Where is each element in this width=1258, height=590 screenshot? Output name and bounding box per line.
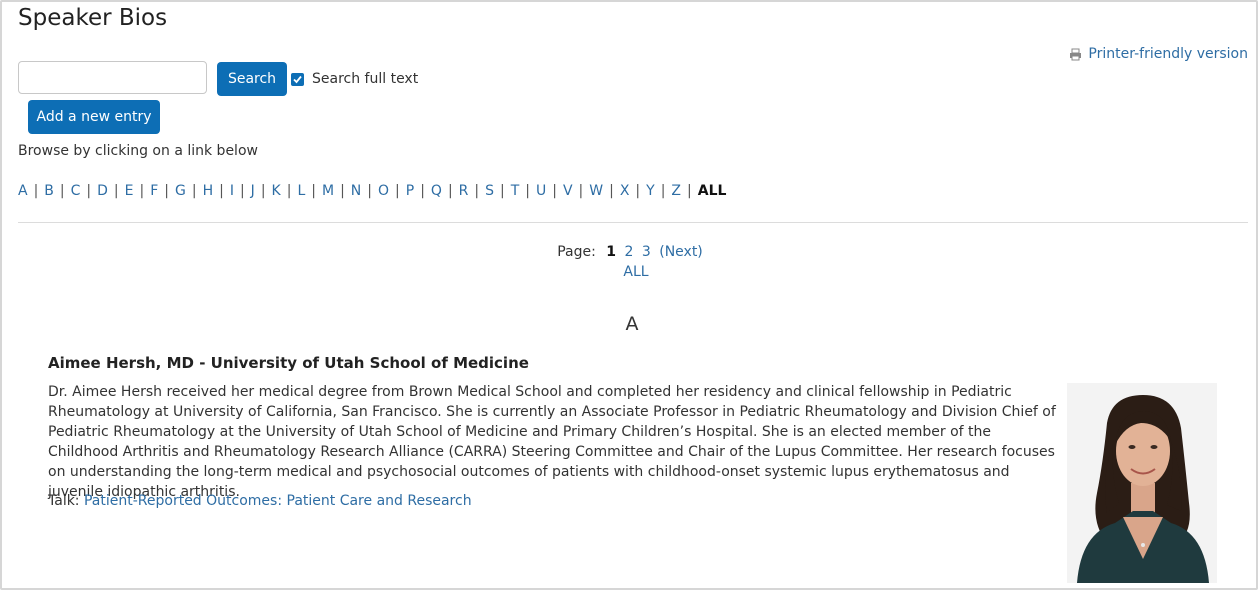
alphabet-link-d[interactable]: D <box>97 183 108 199</box>
alphabet-separator: | <box>86 183 92 199</box>
alphabet-link-e[interactable]: E <box>125 183 134 199</box>
check-icon <box>293 75 302 83</box>
pagination: Page: 1 2 3 (Next) <box>0 244 1258 260</box>
alphabet-separator: | <box>578 183 584 199</box>
alphabet-link-w[interactable]: W <box>589 183 603 199</box>
alphabet-separator: | <box>239 183 245 199</box>
alphabet-link-v[interactable]: V <box>563 183 573 199</box>
speaker-photo <box>1067 383 1217 583</box>
alphabet-separator: | <box>500 183 505 199</box>
alphabet-separator: | <box>367 183 372 199</box>
browse-instructions: Browse by clicking on a link below <box>18 143 258 159</box>
alphabet-separator: | <box>113 183 119 199</box>
printer-friendly-link[interactable]: Printer-friendly version <box>1069 46 1248 62</box>
entry-name: Aimee Hersh, MD - University of Utah Sch… <box>48 354 529 372</box>
divider <box>18 222 1248 223</box>
alphabet-separator: | <box>139 183 145 199</box>
alphabet-link-b[interactable]: B <box>44 183 54 199</box>
alphabet-link-u[interactable]: U <box>536 183 546 199</box>
alphabet-separator: | <box>311 183 316 199</box>
alphabet-link-c[interactable]: C <box>71 183 81 199</box>
alphabet-nav: A | B | C | D | E | F | G | H | I | J | K | L | M | N | O | P | Q | R | S | T |… <box>18 183 726 199</box>
alphabet-separator: | <box>286 183 292 199</box>
alphabet-separator: | <box>525 183 530 199</box>
alphabet-separator: | <box>33 183 39 199</box>
alphabet-link-k[interactable]: K <box>272 183 281 199</box>
pager-label: Page: <box>557 244 596 260</box>
search-full-text-option[interactable]: Search full text <box>291 71 418 87</box>
search-button[interactable]: Search <box>217 62 287 96</box>
alphabet-separator: | <box>447 183 453 199</box>
alphabet-link-p[interactable]: P <box>406 183 414 199</box>
alphabet-separator: | <box>59 183 65 199</box>
talk-link[interactable]: Patient-Reported Outcomes: Patient Care … <box>84 493 472 509</box>
alphabet-link-h[interactable]: H <box>203 183 214 199</box>
talk-label: Talk: <box>48 493 80 509</box>
printer-link-label: Printer-friendly version <box>1088 46 1248 62</box>
pager-page-3[interactable]: 3 <box>642 244 651 260</box>
entry-talk: Talk: Patient-Reported Outcomes: Patient… <box>48 493 472 509</box>
alphabet-separator: | <box>191 183 197 199</box>
alphabet-all-current: ALL <box>697 183 727 199</box>
alphabet-separator: | <box>340 183 345 199</box>
alphabet-link-m[interactable]: M <box>322 183 334 199</box>
section-letter-heading: A <box>625 313 639 335</box>
alphabet-link-s[interactable]: S <box>485 183 494 199</box>
alphabet-link-o[interactable]: O <box>378 183 389 199</box>
alphabet-link-l[interactable]: L <box>297 183 305 199</box>
alphabet-separator: | <box>635 183 641 199</box>
alphabet-separator: | <box>609 183 614 199</box>
pager-page-2[interactable]: 2 <box>624 244 633 260</box>
alphabet-link-f[interactable]: F <box>150 183 158 199</box>
alphabet-link-r[interactable]: R <box>459 183 469 199</box>
pager-current-page: 1 <box>606 244 617 260</box>
alphabet-separator: | <box>552 183 557 199</box>
add-entry-button[interactable]: Add a new entry <box>28 100 160 134</box>
alphabet-link-q[interactable]: Q <box>431 183 442 199</box>
alphabet-separator: | <box>219 183 224 199</box>
alphabet-link-g[interactable]: G <box>175 183 186 199</box>
page-title: Speaker Bios <box>18 5 168 31</box>
alphabet-separator: | <box>260 183 266 199</box>
alphabet-link-t[interactable]: T <box>511 183 520 199</box>
alphabet-link-n[interactable]: N <box>351 183 361 199</box>
pager-all-row: ALL <box>0 264 1258 280</box>
search-input[interactable] <box>18 61 207 94</box>
alphabet-separator: | <box>420 183 425 199</box>
alphabet-separator: | <box>474 183 480 199</box>
alphabet-link-z[interactable]: Z <box>671 183 681 199</box>
alphabet-separator: | <box>164 183 169 199</box>
alphabet-link-x[interactable]: X <box>620 183 630 199</box>
search-full-text-label: Search full text <box>312 71 419 87</box>
alphabet-separator: | <box>395 183 400 199</box>
alphabet-link-a[interactable]: A <box>18 183 28 199</box>
alphabet-separator: | <box>660 183 666 199</box>
alphabet-link-i[interactable]: I <box>230 183 234 199</box>
pager-all-link[interactable]: ALL <box>623 264 648 280</box>
entry-bio: Dr. Aimee Hersh received her medical deg… <box>48 384 1056 500</box>
alphabet-separator: | <box>687 183 692 199</box>
pager-next-link[interactable]: (Next) <box>659 244 703 260</box>
alphabet-link-j[interactable]: J <box>251 183 255 199</box>
alphabet-link-y[interactable]: Y <box>646 183 655 199</box>
printer-icon <box>1069 48 1082 61</box>
search-full-text-checkbox[interactable] <box>291 72 304 86</box>
